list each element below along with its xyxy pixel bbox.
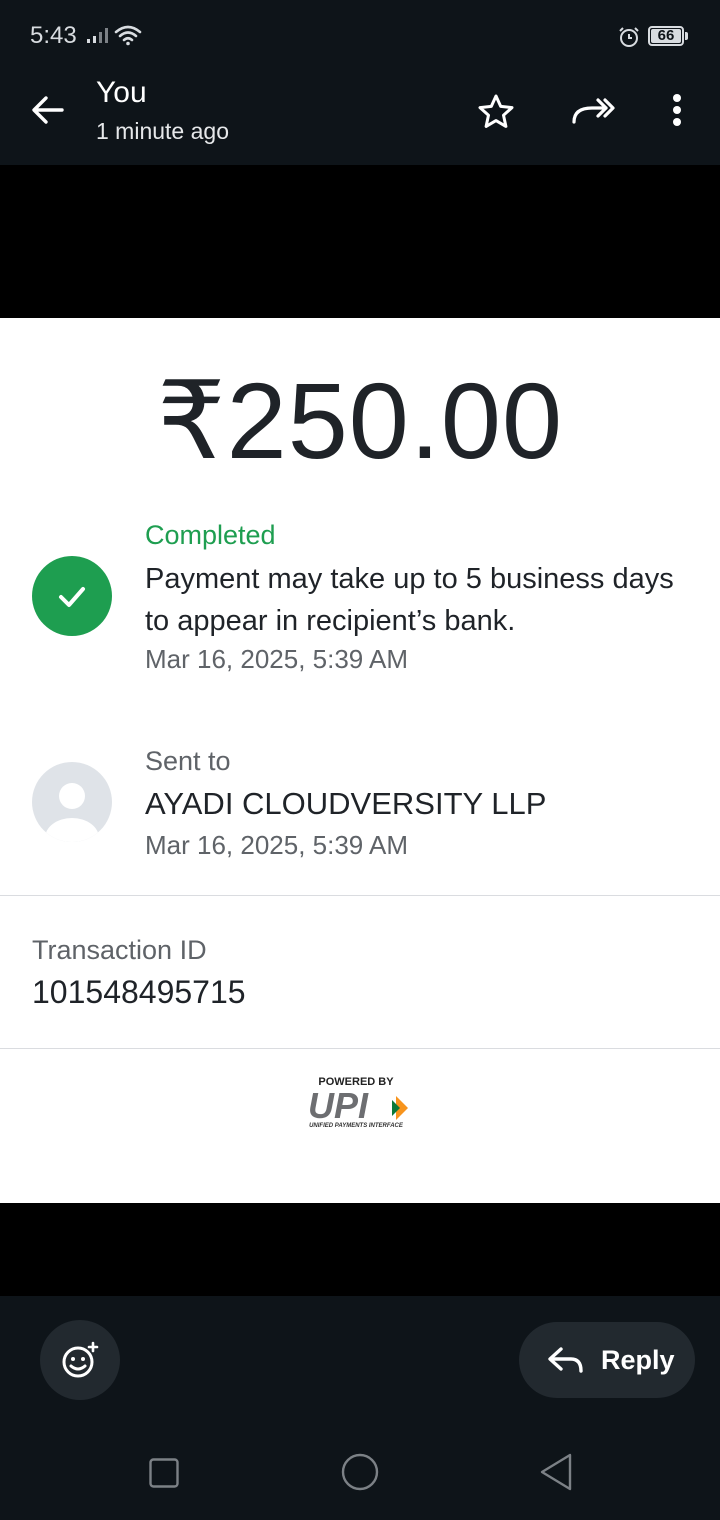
person-icon (45, 783, 99, 842)
more-vert-icon (673, 94, 681, 126)
divider (0, 1048, 720, 1049)
back-button[interactable] (26, 88, 70, 132)
recents-button[interactable] (149, 1458, 179, 1493)
forward-button[interactable] (568, 90, 616, 134)
home-button[interactable] (341, 1453, 379, 1496)
payment-card: ₹250.00 Completed Payment may take up to… (0, 318, 720, 1203)
status-note: Payment may take up to 5 business days t… (145, 563, 674, 637)
upi-logo-text: UPI (308, 1088, 369, 1124)
more-options-button[interactable] (662, 90, 692, 134)
forward-icon (572, 98, 615, 124)
alarm-icon (618, 26, 640, 53)
upi-mark: UPI (308, 1088, 408, 1124)
circle-icon (341, 1453, 379, 1491)
upi-powered-by: POWERED BY (318, 1076, 394, 1088)
reply-label: Reply (601, 1344, 675, 1375)
battery-tip (685, 32, 688, 40)
status-bar: 5:43 66 (0, 0, 720, 72)
sent-date: Mar 16, 2025, 5:39 AM (145, 830, 409, 860)
transaction-id-value: 101548495715 (32, 974, 246, 1010)
sent-to-label: Sent to (145, 746, 231, 776)
battery-level: 66 (651, 28, 681, 43)
upi-tagline: UNIFIED PAYMENTS INTERFACE (309, 1123, 403, 1129)
star-button[interactable] (474, 90, 518, 134)
status-time: 5:43 (30, 22, 77, 49)
transaction-id-label: Transaction ID (32, 935, 207, 965)
signal-icon (86, 26, 110, 49)
status-date: Mar 16, 2025, 5:39 AM (145, 644, 409, 674)
add-reaction-button[interactable] (40, 1320, 120, 1400)
page-title: You (96, 76, 147, 109)
triangle-back-icon (540, 1453, 572, 1491)
battery-indicator: 66 (648, 26, 684, 46)
app-bar: You 1 minute ago (0, 72, 720, 165)
recipient-name: AYADI CLOUDVERSITY LLP (145, 786, 547, 821)
check-icon (59, 587, 85, 607)
wifi-icon (114, 24, 142, 51)
back-arrow-icon (32, 96, 64, 124)
bottom-actions: Reply (0, 1296, 720, 1424)
reply-button[interactable]: Reply (519, 1322, 695, 1398)
page-subtitle: 1 minute ago (96, 118, 229, 144)
status-label: Completed (145, 520, 276, 550)
square-icon (149, 1458, 179, 1488)
system-back-button[interactable] (538, 1453, 574, 1496)
media-band-top (0, 165, 720, 318)
recipient-avatar (32, 762, 112, 842)
add-reaction-icon (62, 1341, 99, 1378)
system-nav-bar (0, 1424, 720, 1520)
payment-amount: ₹250.00 (156, 360, 564, 481)
upi-logo: POWERED BY UPI UNIFIED PAYMENTS INTERFAC… (300, 1076, 420, 1136)
completed-status-icon (32, 556, 112, 636)
media-band-bottom (0, 1203, 720, 1296)
divider (0, 895, 720, 896)
star-icon (478, 94, 514, 128)
reply-icon (548, 1347, 583, 1373)
